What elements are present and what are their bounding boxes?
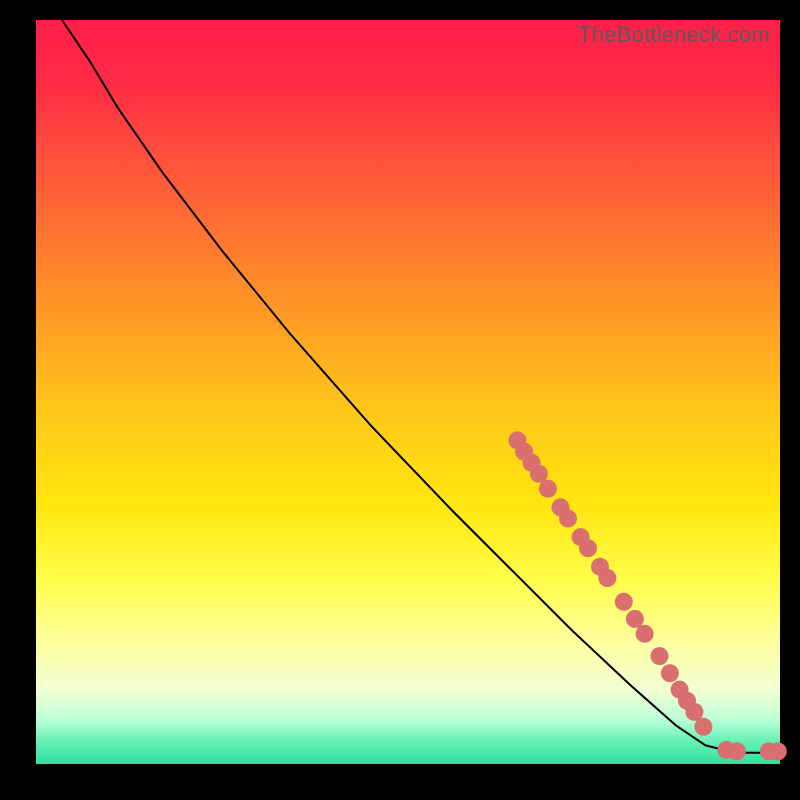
data-marker: [559, 510, 577, 528]
data-marker: [651, 647, 669, 665]
data-marker: [694, 718, 712, 736]
data-marker: [579, 539, 597, 557]
data-marker: [636, 625, 654, 643]
data-marker: [685, 703, 703, 721]
data-marker: [769, 742, 787, 760]
data-marker: [598, 569, 616, 587]
data-marker: [539, 480, 557, 498]
data-marker: [615, 593, 633, 611]
data-marker: [626, 610, 644, 628]
data-marker: [661, 664, 679, 682]
chart-svg: [36, 20, 780, 764]
plot-area: TheBottleneck.com: [36, 20, 780, 764]
data-marker: [530, 465, 548, 483]
bottleneck-curve: [62, 20, 780, 753]
data-marker: [728, 742, 746, 760]
chart-stage: TheBottleneck.com: [0, 0, 800, 800]
marker-group: [508, 431, 786, 760]
